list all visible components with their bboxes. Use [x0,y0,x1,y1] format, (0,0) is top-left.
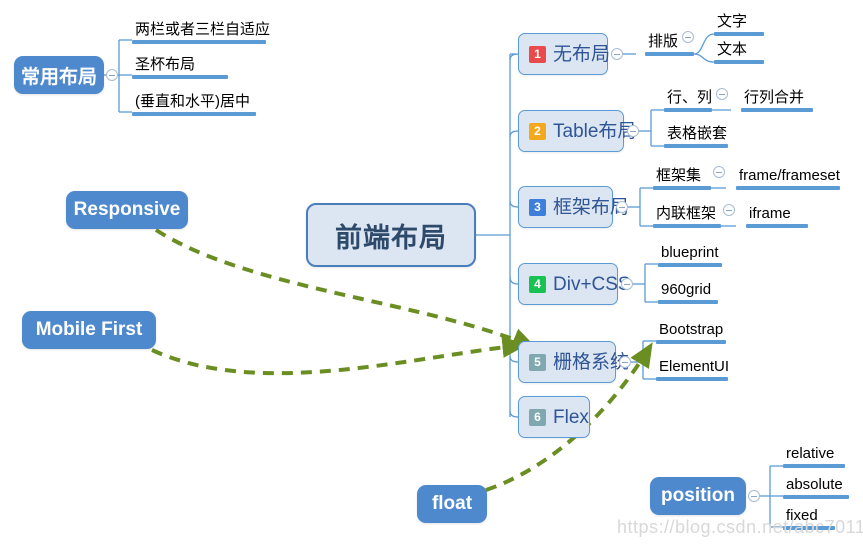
leaf-wenben-label: 文本 [717,41,748,58]
leaf-underline [658,263,722,267]
leaf-holy-grail-label: 圣杯布局 [135,56,196,73]
leaf-underline [653,224,721,228]
topic-float-label: float [431,493,473,514]
leaf-underline [132,40,266,44]
leaf-two-three-column-label: 两栏或者三栏自适应 [135,21,271,38]
main-topic-4[interactable]: 4 Div+CSS [518,263,631,305]
leaf-two-three-column[interactable]: 两栏或者三栏自适应 [132,21,271,44]
leaf-table-nested-label: 表格嵌套 [667,125,728,142]
leaf-frameset-label[interactable]: 框架集 [653,168,711,190]
leaf-blueprint-label: blueprint [661,244,719,261]
leaf-elementui[interactable]: ElementUI [656,358,730,381]
badge-2: 2 [529,122,546,140]
leaf-bootstrap[interactable]: Bootstrap [656,322,726,344]
main-topic-1[interactable]: 1 无布局 [518,33,611,75]
connector-lines [104,33,783,528]
leaf-underline [714,60,764,64]
topic-mobile-first[interactable]: Mobile First [22,311,156,349]
main-topic-5[interactable]: 5 栅格系统 [518,341,629,383]
leaf-960grid-label: 960grid [661,281,712,298]
topic-responsive[interactable]: Responsive [66,191,188,229]
topic-common-layout[interactable]: 常用布局 [14,56,104,94]
leaf-underline [132,112,256,116]
leaf-wenzi-label: 文字 [717,13,748,30]
toggle-frameset[interactable] [713,166,725,178]
relation-arrows [151,228,653,492]
mindmap-canvas: 前端布局 常用布局 两栏或者三栏自适应 圣杯布局 (垂直和水平)居中 Respo… [0,0,863,544]
leaf-row-col[interactable]: 行、列 [664,90,712,112]
leaf-relative[interactable]: relative [783,446,845,468]
toggle-typography[interactable] [682,31,694,43]
leaf-blueprint[interactable]: blueprint [658,245,722,267]
leaf-underline [741,108,813,112]
topic-common-layout-label: 常用布局 [20,66,97,88]
leaf-wenzi[interactable]: 文字 [714,14,764,36]
topic-mobile-first-label: Mobile First [35,319,143,340]
toggle-common-layout[interactable] [106,69,118,81]
leaf-frameset-label-text: 框架集 [656,167,702,184]
leaf-row-col-label: 行、列 [667,89,713,106]
leaf-row-col-merge-label: 行列合并 [744,89,805,106]
leaf-row-col-merge[interactable]: 行列合并 [741,90,813,112]
leaf-underline [132,75,228,79]
toggle-row-col[interactable] [716,88,728,100]
leaf-underline [656,377,728,381]
leaf-table-nested[interactable]: 表格嵌套 [664,126,728,148]
main-topic-6[interactable]: 6 Flex [518,396,590,438]
leaf-frameset-value-text: frame/frameset [739,167,840,184]
leaf-underline [714,32,764,36]
badge-1: 1 [529,45,546,63]
toggle-main-topic-2[interactable] [627,125,639,137]
topic-position-label: position [661,485,735,506]
leaf-centering[interactable]: (垂直和水平)居中 [132,94,256,116]
leaf-iframe-label[interactable]: 内联框架 [653,206,721,228]
toggle-iframe[interactable] [723,204,735,216]
toggle-main-topic-1[interactable] [611,48,623,60]
leaf-underline [645,52,694,56]
main-topic-6-label: Flex [553,406,589,428]
leaf-underline [653,186,711,190]
main-topic-2-label: Table布局 [553,120,637,142]
leaf-elementui-label: ElementUI [659,358,730,375]
leaf-underline [664,108,712,112]
leaf-holy-grail[interactable]: 圣杯布局 [132,57,228,79]
leaf-underline [746,224,808,228]
toggle-main-topic-5[interactable] [619,356,631,368]
toggle-position[interactable] [748,490,760,502]
main-topic-2[interactable]: 2 Table布局 [518,110,636,152]
main-topic-3[interactable]: 3 框架布局 [518,186,629,228]
badge-4: 4 [529,275,546,293]
leaf-iframe-value-text: iframe [749,205,791,222]
leaf-wenben[interactable]: 文本 [714,42,764,64]
leaf-centering-label: (垂直和水平)居中 [135,93,250,110]
leaf-bootstrap-label: Bootstrap [659,321,724,338]
topic-responsive-label: Responsive [73,199,181,220]
leaf-iframe-value[interactable]: iframe [746,206,808,228]
central-topic-label: 前端布局 [335,222,447,253]
toggle-main-topic-4[interactable] [621,278,633,290]
leaf-underline [736,186,840,190]
leaf-underline [783,495,849,499]
leaf-iframe-label-text: 内联框架 [656,205,717,222]
leaf-960grid[interactable]: 960grid [658,282,718,304]
leaf-frameset-value[interactable]: frame/frameset [736,168,840,190]
leaf-relative-label: relative [786,445,835,462]
badge-6: 6 [529,408,546,426]
leaf-underline [658,300,718,304]
watermark: https://blog.csdn.net/abc701110 [617,517,863,537]
badge-5: 5 [529,353,546,371]
main-topic-4-label: Div+CSS [553,273,631,295]
leaf-absolute[interactable]: absolute [783,477,849,499]
toggle-main-topic-3[interactable] [616,201,628,213]
badge-3: 3 [529,198,546,216]
topic-float[interactable]: float [417,485,487,523]
leaf-underline [664,144,728,148]
main-topic-5-label: 栅格系统 [553,351,630,373]
topic-position[interactable]: position [650,477,746,515]
central-topic[interactable]: 前端布局 [306,203,476,267]
leaf-absolute-label: absolute [786,476,843,493]
main-topic-1-label: 无布局 [553,43,611,65]
leaf-underline [656,340,726,344]
leaf-underline [783,464,845,468]
